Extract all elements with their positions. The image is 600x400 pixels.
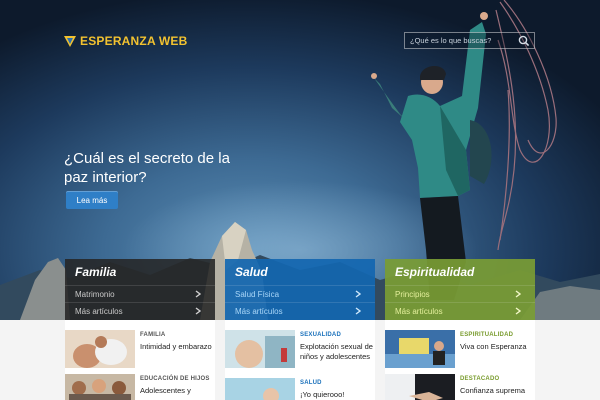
site-logo[interactable]: ESPERANZA WEB (64, 34, 188, 48)
logo-text: ESPERANZA WEB (80, 34, 188, 48)
chevron-right-icon (515, 307, 521, 315)
article-title[interactable]: Explotación sexual de niños y adolescent… (300, 342, 376, 362)
climber-figure (371, 12, 492, 300)
panel-link-mas-articulos[interactable]: Más artículos (385, 302, 535, 319)
article-card[interactable]: DESTACADO Confianza suprema (385, 364, 535, 400)
article-card[interactable]: EDUCACIÓN DE HIJOS Adolescentes y (65, 364, 215, 400)
search-box[interactable] (404, 32, 535, 49)
article-title[interactable]: Viva con Esperanza (460, 342, 536, 352)
search-input[interactable] (405, 36, 515, 45)
article-card[interactable]: FAMILIA Intimidad y embarazo (65, 320, 216, 368)
panel-link-label: Más artículos (395, 306, 443, 316)
article-thumbnail (65, 374, 135, 400)
read-more-button[interactable]: Lea más (66, 191, 118, 209)
article-category: SALUD (300, 380, 322, 386)
article-thumbnail (385, 330, 455, 368)
search-icon[interactable] (517, 34, 531, 48)
article-thumbnail (65, 330, 135, 368)
panel-salud: Salud Salud Física Más artículos (225, 259, 375, 320)
article-title[interactable]: Adolescentes y (140, 386, 216, 396)
panel-link-label: Más artículos (235, 306, 283, 316)
article-title[interactable]: Confianza suprema (460, 386, 536, 396)
panel-link-label: Salud Física (235, 289, 280, 299)
panel-familia: Familia Matrimonio Más artículos (65, 259, 215, 320)
panel-link-label: Más artículos (75, 306, 123, 316)
article-category: DESTACADO (460, 376, 500, 382)
articles-section: FAMILIA Intimidad y embarazo EDUCACIÓN D… (0, 320, 600, 400)
article-category: ESPIRITUALIDAD (460, 332, 514, 338)
panel-title[interactable]: Salud (225, 259, 375, 285)
chevron-right-icon (195, 307, 201, 315)
chevron-right-icon (355, 290, 361, 298)
panel-link-mas-articulos[interactable]: Más artículos (65, 302, 215, 319)
article-category: EDUCACIÓN DE HIJOS (140, 376, 210, 382)
article-card[interactable]: SEXUALIDAD Explotación sexual de niños y… (225, 320, 376, 368)
chevron-right-icon (355, 307, 361, 315)
article-card[interactable]: ESPIRITUALIDAD Viva con Esperanza (385, 320, 536, 368)
article-thumbnail (225, 378, 295, 400)
article-thumbnail (385, 374, 455, 400)
panel-espiritualidad: Espiritualidad Principios Más artículos (385, 259, 535, 320)
logo-emblem-icon (64, 35, 76, 47)
panel-link-principios[interactable]: Principios (385, 285, 535, 302)
article-title[interactable]: ¡Yo quierooo! (300, 390, 376, 400)
article-title[interactable]: Intimidad y embarazo (140, 342, 216, 352)
article-category: FAMILIA (140, 332, 166, 338)
panel-link-salud-fisica[interactable]: Salud Física (225, 285, 375, 302)
chevron-right-icon (515, 290, 521, 298)
panel-link-label: Principios (395, 289, 430, 299)
hero-banner: ESPERANZA WEB ¿Cuál es el secreto de la … (0, 0, 600, 320)
panel-link-matrimonio[interactable]: Matrimonio (65, 285, 215, 302)
article-category: SEXUALIDAD (300, 332, 342, 338)
panel-title[interactable]: Familia (65, 259, 215, 285)
article-card[interactable]: SALUD ¡Yo quierooo! (225, 368, 375, 400)
panel-title[interactable]: Espiritualidad (385, 259, 535, 285)
chevron-right-icon (195, 290, 201, 298)
article-thumbnail (225, 330, 295, 368)
panel-link-label: Matrimonio (75, 289, 115, 299)
hero-headline: ¿Cuál es el secreto de la paz interior? (64, 150, 230, 186)
panel-link-mas-articulos[interactable]: Más artículos (225, 302, 375, 319)
